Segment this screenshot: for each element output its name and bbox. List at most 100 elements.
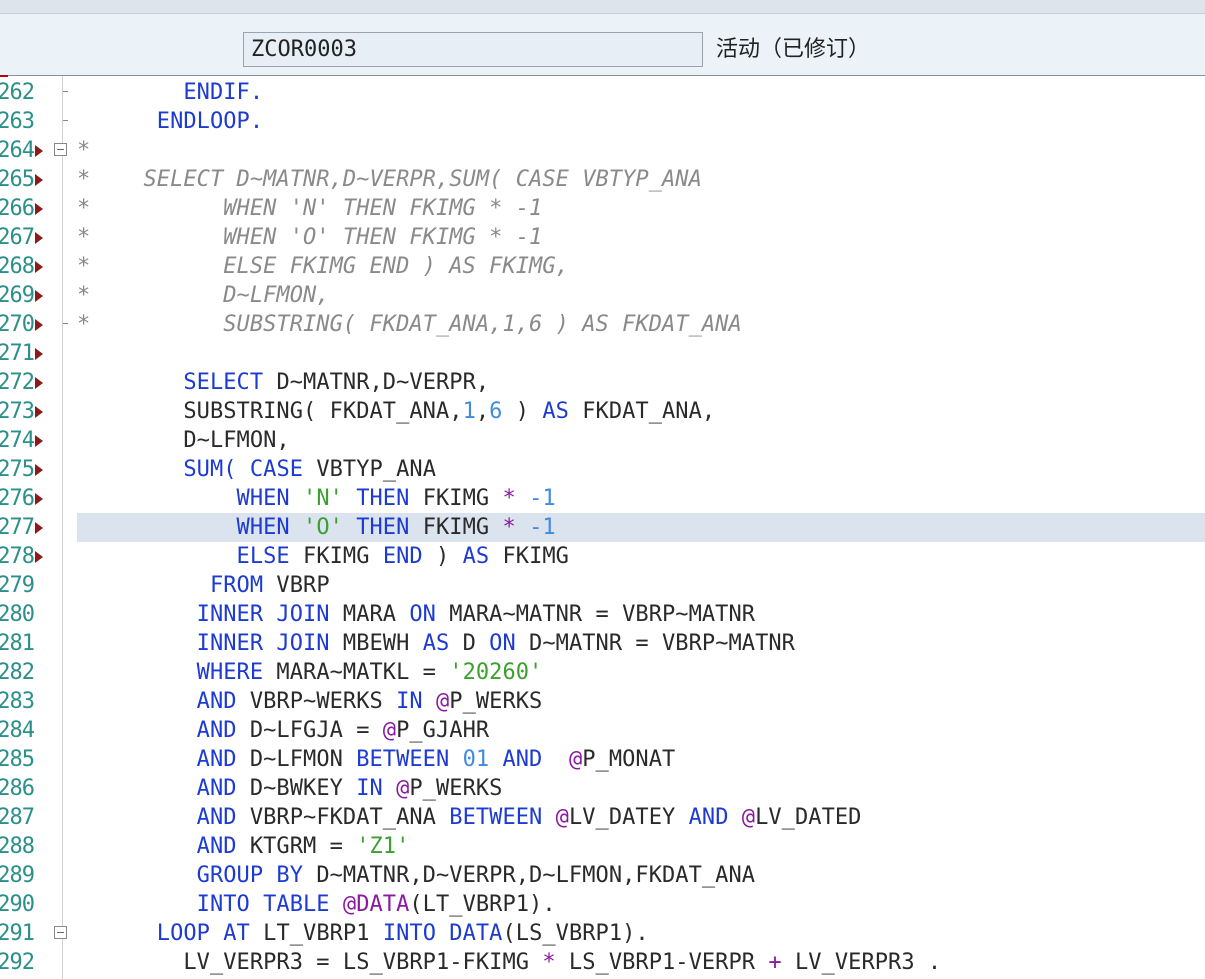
- breakpoint-marker-icon[interactable]: [35, 174, 43, 186]
- code-line[interactable]: 290 INTO TABLE @DATA(LT_VBRP1).: [0, 890, 1205, 919]
- code-line[interactable]: 271: [0, 339, 1205, 368]
- code-text[interactable]: ELSE FKIMG END ) AS FKIMG: [77, 542, 1205, 571]
- code-text[interactable]: * SUBSTRING( FKDAT_ANA,1,6 ) AS FKDAT_AN…: [77, 310, 1205, 339]
- breakpoint-marker-icon[interactable]: [35, 319, 43, 331]
- code-text[interactable]: AND VBRP~FKDAT_ANA BETWEEN @LV_DATEY AND…: [77, 803, 1205, 832]
- code-line[interactable]: 280 INNER JOIN MARA ON MARA~MATNR = VBRP…: [0, 600, 1205, 629]
- line-number: 289: [0, 863, 34, 888]
- code-text[interactable]: GROUP BY D~MATNR,D~VERPR,D~LFMON,FKDAT_A…: [77, 861, 1205, 890]
- code-text[interactable]: AND D~BWKEY IN @P_WERKS: [77, 774, 1205, 803]
- breakpoint-marker-icon[interactable]: [35, 464, 43, 476]
- code-token: BETWEEN: [356, 747, 450, 772]
- code-line[interactable]: 273 SUBSTRING( FKDAT_ANA,1,6 ) AS FKDAT_…: [0, 397, 1205, 426]
- code-text[interactable]: AND D~LFGJA = @P_GJAHR: [77, 716, 1205, 745]
- code-text[interactable]: FROM VBRP: [77, 571, 1205, 600]
- code-line[interactable]: 285 AND D~LFMON BETWEEN 01 AND @P_MONAT: [0, 745, 1205, 774]
- code-line[interactable]: 272 SELECT D~MATNR,D~VERPR,: [0, 368, 1205, 397]
- code-token: END: [382, 544, 423, 569]
- code-line[interactable]: 281 INNER JOIN MBEWH AS D ON D~MATNR = V…: [0, 629, 1205, 658]
- code-line[interactable]: 278 ELSE FKIMG END ) AS FKIMG: [0, 542, 1205, 571]
- code-token: LT_VBRP1: [249, 921, 383, 946]
- code-text[interactable]: INNER JOIN MARA ON MARA~MATNR = VBRP~MAT…: [77, 600, 1205, 629]
- breakpoint-marker-icon[interactable]: [35, 290, 43, 302]
- code-text[interactable]: * ELSE FKIMG END ) AS FKIMG,: [77, 252, 1205, 281]
- line-number: 275: [0, 457, 34, 482]
- code-token: INTO: [382, 921, 436, 946]
- line-number: 271: [0, 341, 34, 366]
- code-text[interactable]: SUM( CASE VBTYP_ANA: [77, 455, 1205, 484]
- code-line[interactable]: 274 D~LFMON,: [0, 426, 1205, 455]
- code-text[interactable]: WHEN 'N' THEN FKIMG * -1: [77, 484, 1205, 513]
- code-token: CASE: [249, 457, 304, 482]
- breakpoint-marker-icon[interactable]: [35, 261, 43, 273]
- breakpoint-marker-icon[interactable]: [35, 377, 43, 389]
- code-line[interactable]: 286 AND D~BWKEY IN @P_WERKS: [0, 774, 1205, 803]
- line-number: 281: [0, 631, 34, 656]
- code-text[interactable]: * WHEN 'O' THEN FKIMG * -1: [77, 223, 1205, 252]
- code-text[interactable]: LV_VERPR3 = LS_VBRP1-FKIMG * LS_VBRP1-VE…: [77, 948, 1205, 977]
- breakpoint-marker-icon[interactable]: [35, 406, 43, 418]
- code-token: IN: [396, 689, 423, 714]
- breakpoint-marker-icon[interactable]: [35, 493, 43, 505]
- code-line[interactable]: 268 * ELSE FKIMG END ) AS FKIMG,: [0, 252, 1205, 281]
- breakpoint-marker-icon[interactable]: [35, 232, 43, 244]
- code-text[interactable]: SUBSTRING( FKDAT_ANA,1,6 ) AS FKDAT_ANA,: [77, 397, 1205, 426]
- breakpoint-marker-icon[interactable]: [35, 522, 43, 534]
- code-text[interactable]: AND KTGRM = 'Z1': [77, 832, 1205, 861]
- code-line[interactable]: 277 WHEN 'O' THEN FKIMG * -1: [0, 513, 1205, 542]
- breakpoint-marker-icon[interactable]: [35, 145, 43, 157]
- breakpoint-marker-icon[interactable]: [35, 348, 43, 360]
- code-text[interactable]: INNER JOIN MBEWH AS D ON D~MATNR = VBRP~…: [77, 629, 1205, 658]
- code-line[interactable]: 267 * WHEN 'O' THEN FKIMG * -1: [0, 223, 1205, 252]
- code-line[interactable]: 279 FROM VBRP: [0, 571, 1205, 600]
- code-token: SUBSTRING( FKDAT_ANA,: [77, 399, 463, 424]
- code-text[interactable]: LOOP AT LT_VBRP1 INTO DATA(LS_VBRP1).: [77, 919, 1205, 948]
- code-line[interactable]: 288 AND KTGRM = 'Z1': [0, 832, 1205, 861]
- code-token: AS: [462, 544, 490, 569]
- code-text[interactable]: [77, 339, 1205, 368]
- collapse-block-icon[interactable]: −: [54, 926, 67, 939]
- code-line[interactable]: 264 − *: [0, 136, 1205, 165]
- code-line[interactable]: 289 GROUP BY D~MATNR,D~VERPR,D~LFMON,FKD…: [0, 861, 1205, 890]
- code-line[interactable]: 265 * SELECT D~MATNR,D~VERPR,SUM( CASE VB…: [0, 165, 1205, 194]
- code-line[interactable]: 284 AND D~LFGJA = @P_GJAHR: [0, 716, 1205, 745]
- code-text[interactable]: * SELECT D~MATNR,D~VERPR,SUM( CASE VBTYP…: [77, 165, 1205, 194]
- code-editor[interactable]: 262 ENDIF. 263 ENDLOOP. 264− * 265 * SELECT D…: [0, 76, 1205, 979]
- code-text[interactable]: WHERE MARA~MATKL = '20260': [77, 658, 1205, 687]
- code-line[interactable]: 270 * SUBSTRING( FKDAT_ANA,1,6 ) AS FKDAT…: [0, 310, 1205, 339]
- code-line[interactable]: 287 AND VBRP~FKDAT_ANA BETWEEN @LV_DATEY…: [0, 803, 1205, 832]
- code-text[interactable]: SELECT D~MATNR,D~VERPR,: [77, 368, 1205, 397]
- code-text[interactable]: WHEN 'O' THEN FKIMG * -1: [77, 513, 1205, 542]
- code-text[interactable]: ENDLOOP.: [77, 107, 1205, 136]
- code-line[interactable]: 275 SUM( CASE VBTYP_ANA: [0, 455, 1205, 484]
- code-text[interactable]: D~LFMON,: [77, 426, 1205, 455]
- code-text[interactable]: AND D~LFMON BETWEEN 01 AND @P_MONAT: [77, 745, 1205, 774]
- code-text[interactable]: INTO TABLE @DATA(LT_VBRP1).: [77, 890, 1205, 919]
- code-line[interactable]: 291 − LOOP AT LT_VBRP1 INTO DATA(LS_VBRP1…: [0, 919, 1205, 948]
- code-text[interactable]: * WHEN 'N' THEN FKIMG * -1: [77, 194, 1205, 223]
- code-text[interactable]: *: [77, 136, 1205, 165]
- collapse-block-icon[interactable]: −: [54, 143, 67, 156]
- code-line[interactable]: 276 WHEN 'N' THEN FKIMG * -1: [0, 484, 1205, 513]
- code-line[interactable]: 269 * D~LFMON,: [0, 281, 1205, 310]
- code-text[interactable]: * D~LFMON,: [77, 281, 1205, 310]
- breakpoint-marker-icon[interactable]: [35, 203, 43, 215]
- code-line[interactable]: 266 * WHEN 'N' THEN FKIMG * -1: [0, 194, 1205, 223]
- code-line[interactable]: 282 WHERE MARA~MATKL = '20260': [0, 658, 1205, 687]
- breakpoint-marker-icon[interactable]: [35, 551, 43, 563]
- code-line[interactable]: 262 ENDIF.: [0, 78, 1205, 107]
- code-line[interactable]: 292 LV_VERPR3 = LS_VBRP1-FKIMG * LS_VBRP…: [0, 948, 1205, 977]
- code-text[interactable]: AND VBRP~WERKS IN @P_WERKS: [77, 687, 1205, 716]
- program-name-field[interactable]: ZCOR0003: [243, 32, 703, 67]
- code-text[interactable]: ENDIF.: [77, 78, 1205, 107]
- code-line[interactable]: 263 ENDLOOP.: [0, 107, 1205, 136]
- code-token: WHEN: [236, 515, 290, 540]
- breakpoint-marker-icon[interactable]: [35, 435, 43, 447]
- code-line[interactable]: 283 AND VBRP~WERKS IN @P_WERKS: [0, 687, 1205, 716]
